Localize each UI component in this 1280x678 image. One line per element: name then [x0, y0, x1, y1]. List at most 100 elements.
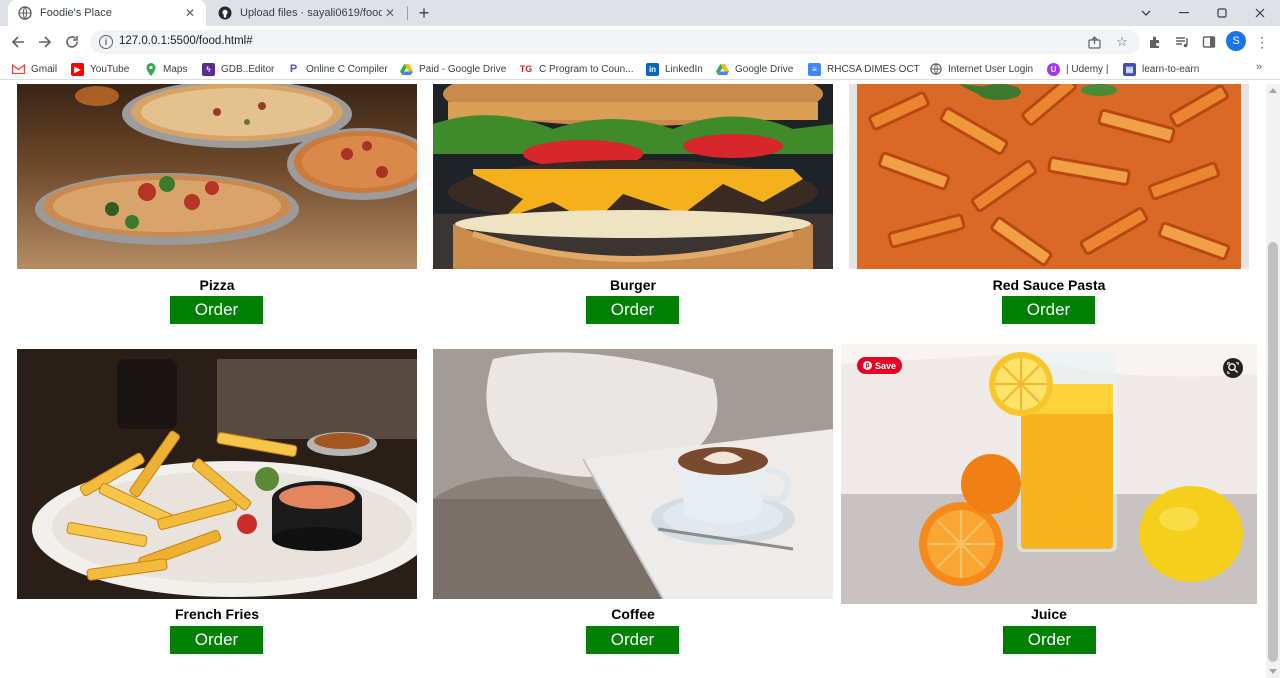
close-icon[interactable]: ✕: [382, 5, 398, 21]
back-button[interactable]: [7, 31, 29, 53]
tab-title: Upload files · sayali0619/foodie_: [240, 7, 382, 19]
bookmark-label: GDB..Editor: [221, 63, 275, 75]
bookmark-gdb-editor[interactable]: ϟ GDB..Editor: [202, 61, 274, 77]
page-viewport: Pizza Order Burger Order Red Sauce Pasta…: [0, 84, 1266, 678]
food-name: Juice: [1031, 606, 1067, 622]
close-window-button[interactable]: [1241, 0, 1279, 26]
tab-foodies-place[interactable]: Foodie's Place ✕: [8, 0, 206, 26]
bookmark-star-icon[interactable]: ☆: [1114, 34, 1130, 50]
coffee-image: [433, 349, 833, 599]
more-bookmarks-icon[interactable]: »: [1256, 61, 1262, 73]
burger-image: [433, 84, 833, 269]
browser-toolbar: i 127.0.0.1:5500/food.html# ☆ S ⋮: [0, 26, 1280, 58]
scrollbar-thumb[interactable]: [1268, 242, 1278, 662]
reload-button[interactable]: [61, 31, 83, 53]
media-control-icon[interactable]: [1172, 32, 1192, 52]
tab-strip: Foodie's Place ✕ Upload files · sayali06…: [0, 0, 1280, 26]
order-button-coffee[interactable]: Order: [586, 626, 679, 654]
bookmark-c-program[interactable]: TG C Program to Coun...: [519, 61, 633, 77]
scroll-down-icon[interactable]: [1269, 669, 1277, 674]
pasta-image: [849, 84, 1249, 269]
bookmark-label: Gmail: [31, 63, 58, 75]
gmail-icon: [12, 62, 25, 76]
bookmark-internet-user-login[interactable]: Internet User Login: [929, 61, 1033, 77]
globe-icon: [929, 62, 942, 76]
bookmark-label: Internet User Login: [948, 63, 1034, 75]
extensions-icon[interactable]: [1145, 32, 1165, 52]
bookmark-label: | Udemy |: [1066, 63, 1109, 75]
bookmark-label: C Program to Coun...: [539, 63, 634, 75]
order-button-juice[interactable]: Order: [1003, 626, 1096, 654]
tab-search-button[interactable]: [1127, 0, 1165, 26]
close-icon[interactable]: ✕: [182, 5, 198, 21]
visual-search-button[interactable]: [1223, 358, 1243, 378]
chevron-down-icon: [1141, 10, 1151, 16]
bookmark-paid-google-drive[interactable]: Paid - Google Drive: [400, 61, 506, 77]
arrow-left-icon: [11, 36, 24, 48]
new-tab-button[interactable]: +: [414, 3, 434, 23]
order-button-pizza[interactable]: Order: [170, 296, 263, 324]
food-name: Burger: [610, 277, 656, 293]
udemy-icon: U: [1047, 62, 1060, 76]
pizza-image: [17, 84, 417, 269]
youtube-icon: ▶: [71, 62, 84, 76]
maps-icon: [144, 62, 157, 76]
french-fries-image: [17, 349, 417, 599]
bookmark-linkedin[interactable]: in LinkedIn: [646, 61, 703, 77]
tab-upload-files[interactable]: Upload files · sayali0619/foodie_ ✕: [208, 0, 406, 26]
restore-button[interactable]: [1203, 0, 1241, 26]
bookmark-label: Maps: [163, 63, 188, 75]
juice-image: [841, 344, 1257, 604]
visual-search-icon: [1227, 362, 1239, 374]
pinterest-save-label: Save: [874, 360, 897, 371]
food-name: Red Sauce Pasta: [992, 277, 1106, 293]
bookmark-rhcsa[interactable]: ≡ RHCSA DIMES OCT: [808, 61, 920, 77]
drive-icon: [400, 62, 413, 76]
food-name: Pizza: [199, 277, 235, 293]
side-panel-icon[interactable]: [1199, 32, 1219, 52]
page-scrollbar[interactable]: [1266, 84, 1280, 678]
order-button-french-fries[interactable]: Order: [170, 626, 263, 654]
reload-icon: [66, 36, 78, 48]
order-button-burger[interactable]: Order: [586, 296, 679, 324]
bookmark-label: learn-to-earn: [1142, 63, 1200, 75]
bookmarks-bar: Gmail ▶ YouTube Maps ϟ GDB..Editor P Onl…: [0, 58, 1280, 80]
bookmark-gmail[interactable]: Gmail: [12, 61, 57, 77]
bookmark-google-drive[interactable]: Google Drive: [716, 61, 793, 77]
order-button-red-sauce-pasta[interactable]: Order: [1002, 296, 1095, 324]
bookmark-label: LinkedIn: [665, 63, 703, 75]
pinterest-icon: p: [862, 361, 872, 370]
bookmark-maps[interactable]: Maps: [144, 61, 187, 77]
url-text[interactable]: 127.0.0.1:5500/food.html#: [119, 35, 253, 47]
minimize-icon: [1179, 12, 1189, 14]
bookmark-online-c-compiler[interactable]: P Online C Compiler: [287, 61, 388, 77]
compiler-icon: P: [287, 62, 300, 76]
forward-button[interactable]: [34, 31, 56, 53]
drive-icon: [716, 62, 729, 76]
food-name: French Fries: [174, 606, 260, 622]
github-icon: [218, 6, 232, 20]
address-bar[interactable]: i 127.0.0.1:5500/food.html# ☆: [90, 30, 1140, 54]
forms-icon: ▤: [1123, 62, 1136, 76]
bookmark-udemy[interactable]: U | Udemy |: [1047, 61, 1108, 77]
globe-icon: [18, 6, 32, 20]
more-menu-icon[interactable]: ⋮: [1252, 32, 1272, 52]
scroll-up-icon[interactable]: [1269, 88, 1277, 93]
bookmark-youtube[interactable]: ▶ YouTube: [71, 61, 129, 77]
info-icon[interactable]: i: [99, 35, 113, 49]
tg-icon: TG: [519, 62, 533, 76]
share-icon[interactable]: [1086, 34, 1102, 50]
bookmark-label: Paid - Google Drive: [419, 63, 507, 75]
profile-avatar[interactable]: S: [1226, 31, 1246, 51]
arrow-right-icon: [39, 36, 52, 48]
bookmark-label: Google Drive: [735, 63, 794, 75]
minimize-button[interactable]: [1165, 0, 1203, 26]
gdb-icon: ϟ: [202, 62, 215, 76]
tab-title: Foodie's Place: [40, 7, 112, 19]
bookmark-learn-to-earn[interactable]: ▤ learn-to-earn: [1123, 61, 1199, 77]
restore-icon: [1217, 8, 1227, 18]
pinterest-save-button[interactable]: p Save: [857, 357, 902, 374]
linkedin-icon: in: [646, 62, 659, 76]
docs-icon: ≡: [808, 62, 821, 76]
bookmark-label: Online C Compiler: [306, 63, 388, 75]
